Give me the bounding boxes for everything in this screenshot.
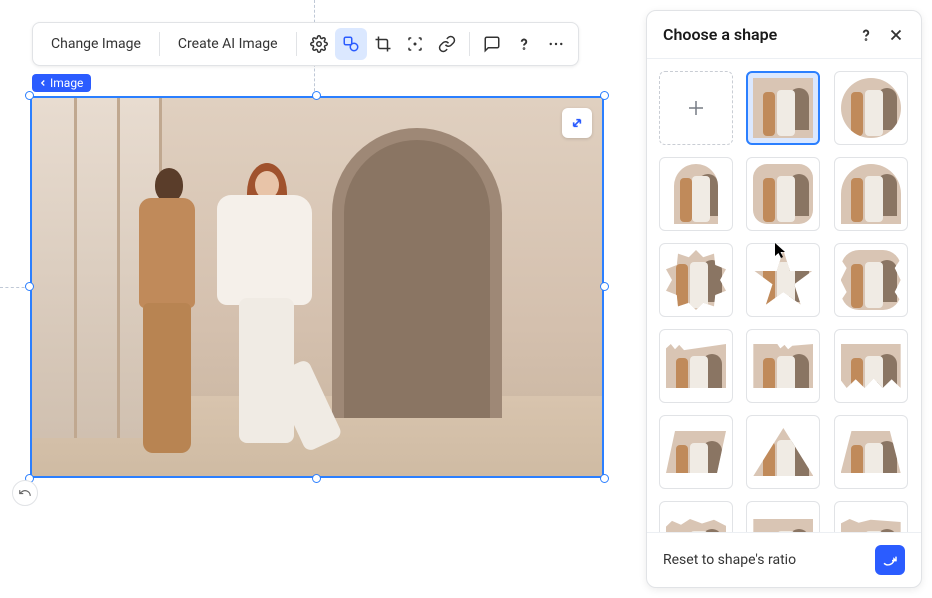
create-ai-image-button[interactable]: Create AI Image (166, 28, 290, 60)
divider (469, 32, 470, 56)
resize-handle-mr[interactable] (600, 282, 609, 291)
shape-torn-mid[interactable] (746, 329, 820, 403)
close-icon[interactable] (887, 26, 905, 44)
shape-arch[interactable] (659, 157, 733, 231)
reset-ratio-button[interactable]: Reset to shape's ratio (663, 552, 796, 568)
change-image-button[interactable]: Change Image (39, 28, 153, 60)
element-type-badge[interactable]: Image (32, 74, 91, 92)
panel-header: Choose a shape (647, 11, 921, 59)
add-shape-button[interactable] (659, 71, 733, 145)
panel-title: Choose a shape (663, 25, 777, 44)
shape-flower[interactable] (659, 243, 733, 317)
divider (159, 32, 160, 56)
shape-brush-2[interactable] (746, 501, 820, 532)
crop-icon[interactable] (367, 28, 399, 60)
shape-parallelogram[interactable] (659, 415, 733, 489)
shape-circle[interactable] (834, 71, 908, 145)
selected-image[interactable] (30, 96, 604, 478)
resize-handle-bm[interactable] (312, 474, 321, 483)
image-canvas[interactable] (30, 96, 604, 478)
shape-trapezoid[interactable] (834, 415, 908, 489)
badge-label: Image (50, 76, 83, 90)
divider (296, 32, 297, 56)
image-content (32, 98, 602, 476)
resize-handle-tr[interactable] (600, 91, 609, 100)
focal-point-icon[interactable] (399, 28, 431, 60)
shape-panel: Choose a shape (646, 10, 922, 588)
panel-help-icon[interactable] (857, 26, 875, 44)
panel-footer: Reset to shape's ratio (647, 532, 921, 587)
resize-handle-tl[interactable] (25, 91, 34, 100)
shape-brush-3[interactable] (834, 501, 908, 532)
shape-rectangle[interactable] (746, 71, 820, 145)
help-icon[interactable] (508, 28, 540, 60)
shape-triangle[interactable] (746, 415, 820, 489)
shape-crop-icon[interactable] (335, 28, 367, 60)
shape-arch-wide[interactable] (834, 157, 908, 231)
shape-torn-left[interactable] (659, 329, 733, 403)
resize-handle-ml[interactable] (25, 282, 34, 291)
shape-brush-1[interactable] (659, 501, 733, 532)
expand-icon[interactable] (562, 108, 592, 138)
image-toolbar: Change Image Create AI Image (32, 22, 579, 66)
more-icon[interactable] (540, 28, 572, 60)
undo-icon[interactable] (12, 480, 38, 506)
resize-handle-tm[interactable] (312, 91, 321, 100)
reset-icon[interactable] (875, 545, 905, 575)
resize-handle-br[interactable] (600, 474, 609, 483)
link-icon[interactable] (431, 28, 463, 60)
shape-wave[interactable] (834, 329, 908, 403)
comment-icon[interactable] (476, 28, 508, 60)
settings-icon[interactable] (303, 28, 335, 60)
shape-rounded[interactable] (746, 157, 820, 231)
shape-scallop[interactable] (834, 243, 908, 317)
shape-grid (647, 59, 921, 532)
shape-burst[interactable] (746, 243, 820, 317)
